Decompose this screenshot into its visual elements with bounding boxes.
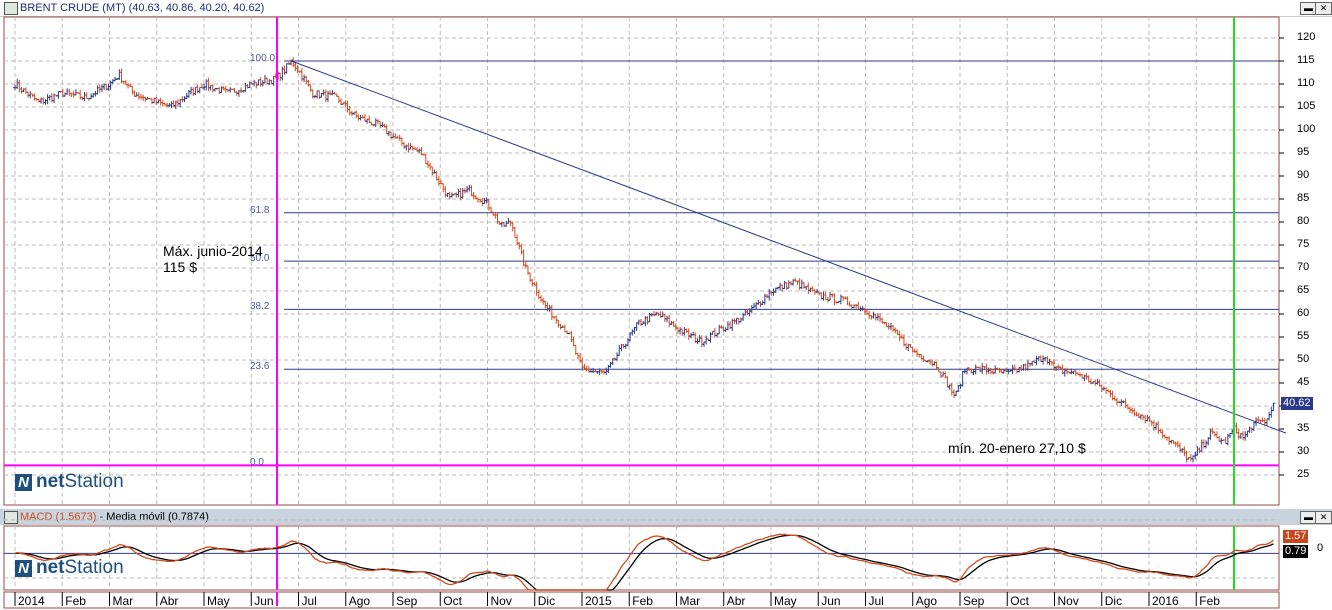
last-price-badge: 40.62 bbox=[1281, 397, 1313, 410]
y-tick-label: 105 bbox=[1297, 100, 1316, 112]
x-tick-label: Sep bbox=[396, 594, 418, 608]
netstation-logo-macd: Nnet Station bbox=[15, 557, 124, 579]
y-tick-label: 50 bbox=[1297, 353, 1310, 365]
y-tick-label: 60 bbox=[1297, 307, 1310, 319]
y-tick-label: 90 bbox=[1297, 169, 1310, 181]
y-tick-label: 75 bbox=[1297, 238, 1310, 250]
x-tick-label: May bbox=[207, 594, 230, 608]
x-tick-label: Jul bbox=[301, 594, 317, 608]
x-tick-label: Dic bbox=[1104, 594, 1123, 608]
fib-label: 100.0 bbox=[250, 53, 276, 64]
x-tick-label: Feb bbox=[632, 594, 653, 608]
x-tick-label: Abr bbox=[159, 594, 179, 608]
x-tick-label: Mar bbox=[112, 594, 134, 608]
y-tick-label: 85 bbox=[1297, 192, 1310, 204]
max-annotation-line1: Máx. junio-2014 bbox=[163, 243, 263, 259]
y-tick-label: 65 bbox=[1297, 284, 1310, 296]
logo-mark: N bbox=[15, 473, 32, 491]
signal-value-badge: 0.79 bbox=[1283, 545, 1309, 558]
x-tick-label: Feb bbox=[65, 594, 86, 608]
max-annotation-line2: 115 $ bbox=[163, 259, 197, 275]
x-tick-label: Jun bbox=[821, 594, 841, 608]
x-tick-label: Dic bbox=[537, 594, 556, 608]
x-tick-label: Nov bbox=[490, 594, 512, 608]
fib-label: 23.6 bbox=[250, 361, 270, 373]
y-tick-label: 95 bbox=[1297, 146, 1310, 158]
x-tick-label: Jul bbox=[868, 594, 884, 608]
x-tick-label: Oct bbox=[1010, 594, 1029, 608]
x-tick-label: Nov bbox=[1057, 594, 1079, 608]
macd-zero-label: 0 bbox=[1317, 542, 1324, 554]
x-tick-label: Mar bbox=[679, 594, 701, 608]
y-tick-label: 25 bbox=[1297, 468, 1310, 480]
y-tick-label: 70 bbox=[1297, 261, 1310, 273]
y-tick-label: 45 bbox=[1297, 376, 1310, 388]
x-tick-label: Abr bbox=[726, 594, 746, 608]
y-tick-label: 30 bbox=[1297, 445, 1310, 457]
y-tick-label: 35 bbox=[1297, 422, 1310, 434]
fib-label: 0.0 bbox=[250, 457, 264, 469]
y-tick-label: 110 bbox=[1297, 77, 1315, 89]
x-tick-label: 2015 bbox=[585, 594, 612, 608]
x-tick-label: Ago bbox=[348, 594, 371, 608]
x-tick-label: 2014 bbox=[18, 594, 45, 608]
x-tick-label: May bbox=[774, 594, 797, 608]
min-annotation: mín. 20-enero 27,10 $ bbox=[948, 440, 1086, 456]
y-tick-label: 115 bbox=[1297, 54, 1315, 66]
max-annotation: Máx. junio-2014 115 $ bbox=[163, 243, 263, 275]
y-tick-label: 120 bbox=[1297, 31, 1316, 43]
fib-label: 38.2 bbox=[250, 301, 270, 313]
x-tick-label: 2016 bbox=[1152, 594, 1179, 608]
logo-mark: N bbox=[15, 559, 32, 577]
price-chart[interactable] bbox=[0, 0, 1332, 610]
x-tick-label: Feb bbox=[1199, 594, 1220, 608]
x-tick-label: Oct bbox=[443, 594, 462, 608]
netstation-logo: Nnet Station bbox=[15, 471, 124, 493]
x-tick-label: Ago bbox=[915, 594, 938, 608]
fib-label: 61.8 bbox=[250, 204, 270, 216]
x-tick-label: Jun bbox=[254, 594, 274, 608]
y-tick-label: 55 bbox=[1297, 330, 1310, 342]
macd-value-badge: 1.57 bbox=[1283, 530, 1309, 543]
x-tick-label: Sep bbox=[963, 594, 985, 608]
y-tick-label: 100 bbox=[1297, 123, 1316, 135]
y-tick-label: 80 bbox=[1297, 215, 1310, 227]
